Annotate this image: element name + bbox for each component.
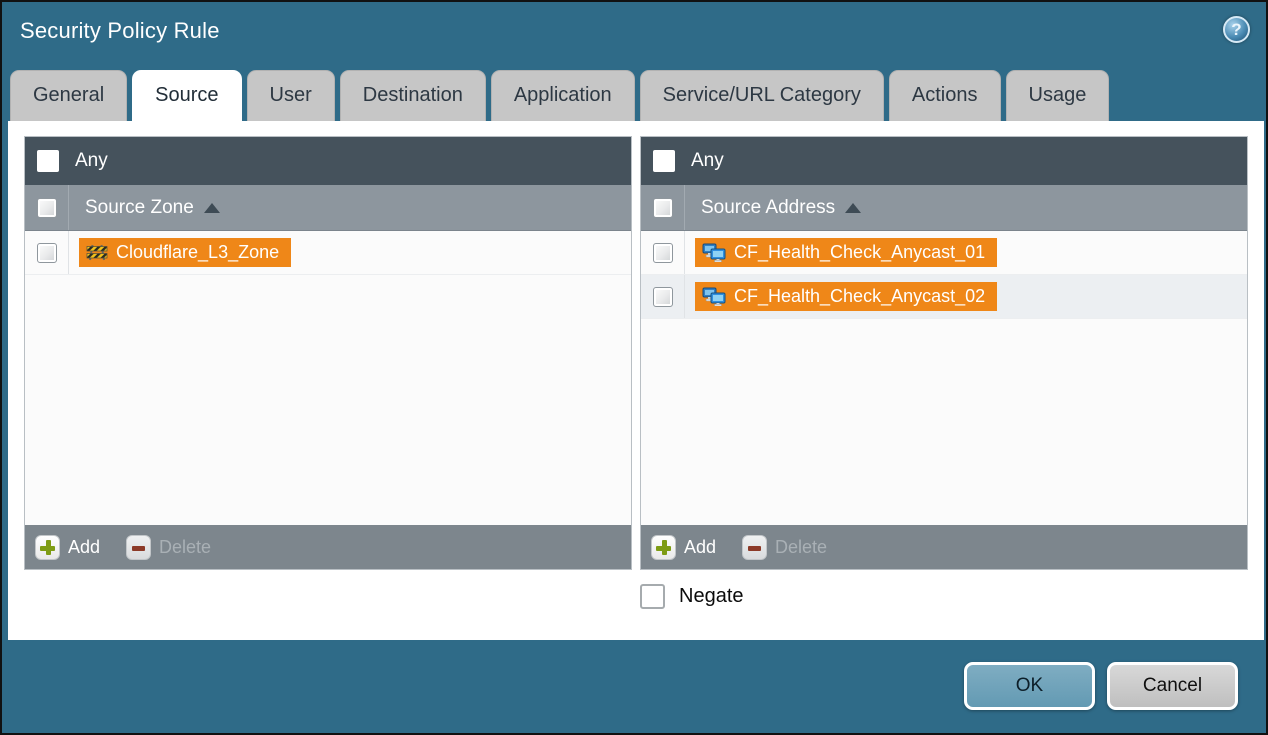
source-address-column-title[interactable]: Source Address [701, 197, 835, 219]
dialog-title: Security Policy Rule [20, 18, 1248, 44]
delete-address-button[interactable]: Delete [742, 535, 827, 560]
source-zone-column-header: Source Zone [25, 185, 631, 231]
row-checkbox-cell [25, 231, 69, 274]
dialog-footer: OK Cancel [964, 662, 1238, 710]
source-zone-select-all-cell [25, 185, 69, 230]
tab-service-url-category[interactable]: Service/URL Category [640, 70, 884, 121]
address-object-pill[interactable]: CF_Health_Check_Anycast_02 [695, 282, 997, 311]
source-address-any-header: Any [641, 137, 1247, 185]
table-row[interactable]: CF_Health_Check_Anycast_02 [641, 275, 1247, 319]
plus-icon [651, 535, 676, 560]
source-address-any-checkbox[interactable] [653, 150, 675, 172]
row-checkbox[interactable] [37, 243, 57, 263]
tab-actions[interactable]: Actions [889, 70, 1001, 121]
delete-button-label: Delete [159, 537, 211, 558]
zone-icon [86, 244, 108, 261]
tab-general[interactable]: General [10, 70, 127, 121]
source-address-actionbar: Add Delete [641, 525, 1247, 569]
source-address-select-all-checkbox[interactable] [653, 198, 673, 218]
add-button-label: Add [684, 537, 716, 558]
address-object-label: CF_Health_Check_Anycast_02 [734, 286, 985, 307]
tab-usage[interactable]: Usage [1006, 70, 1110, 121]
dialog-titlebar: Security Policy Rule ? [2, 2, 1266, 64]
negate-checkbox[interactable] [640, 584, 665, 609]
address-object-pill[interactable]: CF_Health_Check_Anycast_01 [695, 238, 997, 267]
zone-object-label: Cloudflare_L3_Zone [116, 242, 279, 263]
cancel-button[interactable]: Cancel [1107, 662, 1238, 710]
plus-icon [35, 535, 60, 560]
source-zone-any-header: Any [25, 137, 631, 185]
add-button-label: Add [68, 537, 100, 558]
row-checkbox[interactable] [653, 287, 673, 307]
delete-button-label: Delete [775, 537, 827, 558]
delete-zone-button[interactable]: Delete [126, 535, 211, 560]
tab-bar: General Source User Destination Applicat… [2, 64, 1266, 121]
minus-icon [126, 535, 151, 560]
row-checkbox[interactable] [653, 243, 673, 263]
tab-application[interactable]: Application [491, 70, 635, 121]
row-checkbox-cell [641, 275, 685, 318]
table-row[interactable]: Cloudflare_L3_Zone [25, 231, 631, 275]
row-checkbox-cell [641, 231, 685, 274]
source-address-any-label: Any [691, 150, 724, 172]
source-zone-any-label: Any [75, 150, 108, 172]
security-policy-rule-dialog: Security Policy Rule ? General Source Us… [0, 0, 1268, 735]
source-zone-rows: Cloudflare_L3_Zone [25, 231, 631, 525]
tab-source[interactable]: Source [132, 70, 241, 121]
address-icon [702, 243, 726, 262]
source-address-rows: CF_Health_Check_Anycast_01 [641, 231, 1247, 525]
source-address-select-all-cell [641, 185, 685, 230]
negate-label: Negate [679, 585, 744, 608]
source-zone-any-checkbox[interactable] [37, 150, 59, 172]
source-zone-column-title[interactable]: Source Zone [85, 197, 194, 219]
address-object-label: CF_Health_Check_Anycast_01 [734, 242, 985, 263]
help-icon[interactable]: ? [1223, 16, 1250, 43]
source-zone-actionbar: Add Delete [25, 525, 631, 569]
tab-destination[interactable]: Destination [340, 70, 486, 121]
source-address-panel: Any Source Address [640, 136, 1248, 570]
zone-object-pill[interactable]: Cloudflare_L3_Zone [79, 238, 291, 267]
tab-user[interactable]: User [247, 70, 335, 121]
add-address-button[interactable]: Add [651, 535, 716, 560]
source-tab-content: Any Source Zone [8, 121, 1264, 640]
ok-button[interactable]: OK [964, 662, 1095, 710]
negate-row: Negate [640, 584, 1248, 609]
table-row[interactable]: CF_Health_Check_Anycast_01 [641, 231, 1247, 275]
source-zone-select-all-checkbox[interactable] [37, 198, 57, 218]
source-address-column-header: Source Address [641, 185, 1247, 231]
source-panels: Any Source Zone [24, 136, 1248, 570]
sort-ascending-icon[interactable] [204, 203, 220, 213]
source-zone-panel: Any Source Zone [24, 136, 632, 570]
sort-ascending-icon[interactable] [845, 203, 861, 213]
address-icon [702, 287, 726, 306]
add-zone-button[interactable]: Add [35, 535, 100, 560]
minus-icon [742, 535, 767, 560]
